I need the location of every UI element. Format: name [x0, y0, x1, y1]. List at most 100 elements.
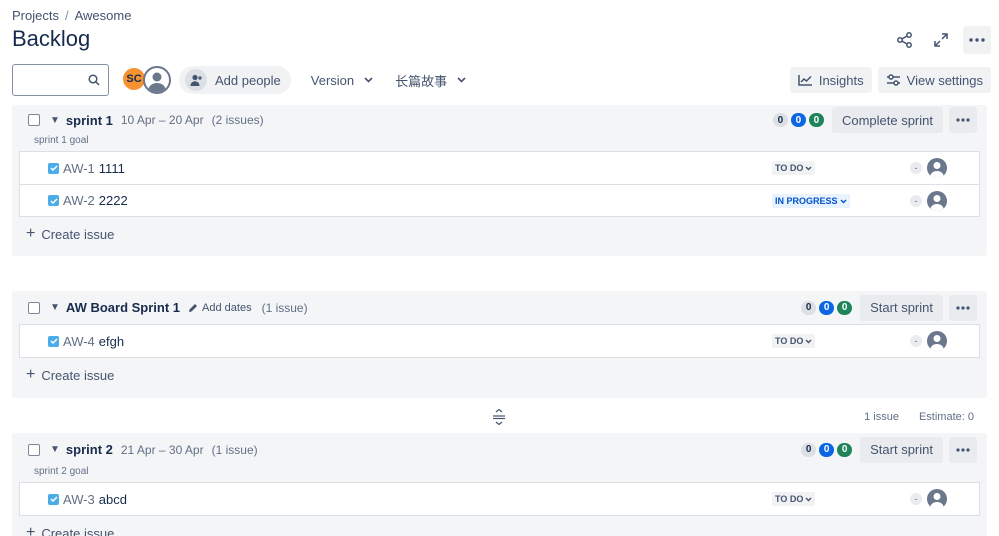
chevron-down-icon: [805, 166, 812, 170]
sprint-more-button[interactable]: [949, 294, 977, 321]
status-dropdown[interactable]: TO DO: [772, 492, 816, 506]
sliders-icon: [886, 74, 900, 86]
sprint-header: ▼ sprint 1 10 Apr – 20 Apr (2 issues) 0 …: [12, 105, 987, 135]
fullscreen-button[interactable]: [927, 26, 955, 54]
status-pills: 0 0 0: [772, 113, 824, 127]
drag-handle-icon[interactable]: [492, 409, 506, 425]
create-issue-button[interactable]: + Create issue: [12, 358, 987, 392]
status-pills: 0 0 0: [801, 442, 853, 457]
share-button[interactable]: [891, 26, 919, 54]
epic-dropdown[interactable]: 长篇故事: [393, 71, 468, 90]
sprint-name[interactable]: sprint 2: [66, 442, 113, 457]
more-actions-button[interactable]: [963, 26, 991, 54]
status-dropdown[interactable]: IN PROGRESS: [772, 194, 850, 208]
issue-key[interactable]: AW-3: [63, 492, 95, 507]
avatar-default[interactable]: [143, 66, 171, 94]
header-actions: [891, 26, 991, 54]
assignee-avatar[interactable]: [927, 489, 947, 509]
chevron-down-icon: [840, 199, 847, 203]
status-dropdown[interactable]: TO DO: [772, 334, 816, 348]
done-points-badge: 0: [837, 442, 853, 457]
chevron-down-icon: [457, 77, 466, 83]
estimate-badge[interactable]: -: [910, 493, 922, 505]
chart-line-icon: [798, 75, 812, 86]
sprint-section: ▼ AW Board Sprint 1 Add dates (1 issue) …: [12, 291, 987, 398]
create-issue-button[interactable]: + Create issue: [12, 217, 987, 251]
user-icon: [148, 72, 166, 92]
breadcrumb-project-link[interactable]: Awesome: [75, 8, 132, 23]
issue-key[interactable]: AW-2: [63, 193, 95, 208]
checkbox-story-icon: [48, 195, 59, 206]
chevron-down-icon[interactable]: ▼: [50, 115, 60, 126]
done-points-badge: 0: [837, 300, 853, 315]
issue-row[interactable]: AW-4 efgh TO DO -: [20, 325, 979, 357]
status-dropdown[interactable]: TO DO: [772, 161, 816, 175]
create-issue-button[interactable]: + Create issue: [12, 516, 987, 536]
estimate-badge[interactable]: -: [910, 335, 922, 347]
sprint-checkbox[interactable]: [28, 443, 40, 456]
assignee-avatar[interactable]: [927, 191, 947, 211]
plus-icon: +: [26, 524, 36, 536]
view-settings-button[interactable]: View settings: [877, 67, 991, 93]
chevron-down-icon: [805, 497, 812, 501]
user-icon: [930, 493, 944, 509]
avatar-group: SC: [121, 66, 171, 94]
estimate-badge[interactable]: -: [910, 162, 922, 174]
chevron-down-icon[interactable]: ▼: [50, 302, 60, 313]
sprint-issue-count: (1 issue): [261, 300, 308, 315]
sprint-actions: 0 0 0 Start sprint: [801, 294, 977, 321]
more-icon: [956, 305, 970, 310]
sprint-issue-count: (2 issues): [211, 113, 264, 127]
create-issue-label: Create issue: [41, 226, 115, 242]
add-dates-button[interactable]: Add dates: [188, 302, 252, 314]
breadcrumb-projects-link[interactable]: Projects: [12, 8, 59, 23]
user-icon: [930, 335, 944, 351]
status-pills: 0 0 0: [801, 300, 853, 315]
version-dropdown[interactable]: Version: [309, 73, 375, 88]
issue-row[interactable]: AW-1 1111 TO DO -: [20, 152, 979, 184]
issue-list: AW-1 1111 TO DO - AW-2 2222 IN PROGRESS …: [19, 151, 980, 217]
assignee-avatar[interactable]: [927, 158, 947, 178]
status-label: IN PROGRESS: [775, 196, 838, 206]
complete-sprint-button[interactable]: Complete sprint: [831, 107, 943, 133]
issue-key[interactable]: AW-1: [63, 161, 95, 176]
issue-row[interactable]: AW-3 abcd TO DO -: [20, 483, 979, 515]
share-icon: [897, 32, 912, 48]
add-people-label: Add people: [215, 72, 281, 88]
sprint-more-button[interactable]: [949, 107, 977, 133]
sprint-actions: 0 0 0 Start sprint: [801, 436, 977, 463]
sprint-checkbox[interactable]: [28, 114, 40, 126]
view-settings-label: View settings: [906, 72, 983, 88]
add-person-icon: [185, 69, 207, 91]
epic-label: 长篇故事: [395, 73, 448, 89]
inprogress-points-badge: 0: [819, 300, 835, 315]
done-points-badge: 0: [808, 113, 824, 127]
backlog-estimate: Estimate: 0: [918, 411, 974, 423]
chevron-down-icon[interactable]: ▼: [50, 444, 60, 455]
estimate-badge[interactable]: -: [910, 195, 922, 207]
insights-button[interactable]: Insights: [789, 67, 872, 93]
add-dates-label: Add dates: [202, 301, 252, 314]
status-label: TO DO: [775, 494, 804, 504]
sprint-more-button[interactable]: [949, 436, 977, 463]
sprint-actions: 0 0 0 Complete sprint: [772, 107, 977, 133]
create-issue-label: Create issue: [41, 367, 115, 383]
start-sprint-button[interactable]: Start sprint: [860, 294, 943, 321]
issue-key[interactable]: AW-4: [63, 334, 95, 349]
start-sprint-button[interactable]: Start sprint: [860, 436, 943, 463]
sprint-header: ▼ sprint 2 21 Apr – 30 Apr (1 issue) 0 0…: [12, 433, 987, 466]
sprint-header: ▼ AW Board Sprint 1 Add dates (1 issue) …: [12, 291, 987, 324]
add-people-button[interactable]: Add people: [179, 66, 291, 94]
sprint-name[interactable]: AW Board Sprint 1: [66, 300, 180, 315]
assignee-avatar[interactable]: [927, 331, 947, 351]
sprint-dates: 21 Apr – 30 Apr: [120, 442, 204, 457]
search-input[interactable]: [12, 64, 109, 96]
sprint-section: ▼ sprint 1 10 Apr – 20 Apr (2 issues) 0 …: [12, 105, 987, 256]
sprint-checkbox[interactable]: [28, 301, 40, 314]
issue-row[interactable]: AW-2 2222 IN PROGRESS -: [20, 184, 979, 216]
issue-list: AW-4 efgh TO DO -: [19, 324, 980, 358]
sprint-name[interactable]: sprint 1: [66, 113, 113, 128]
inprogress-points-badge: 0: [819, 442, 835, 457]
status-label: TO DO: [775, 163, 804, 173]
chevron-down-icon: [364, 77, 373, 83]
